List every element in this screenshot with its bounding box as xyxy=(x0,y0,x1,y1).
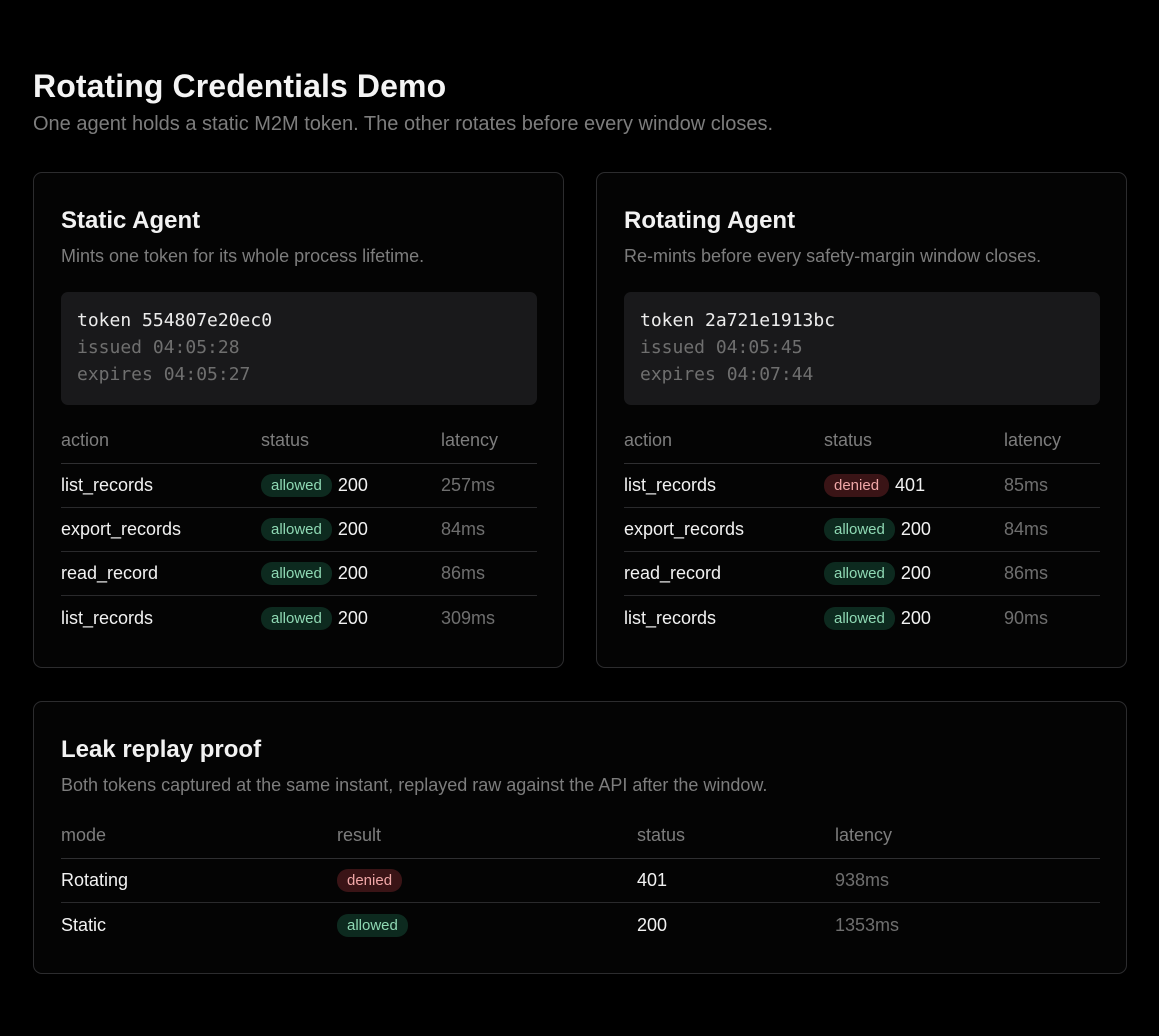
static-agent-card: Static Agent Mints one token for its who… xyxy=(33,172,564,668)
status-code: 200 xyxy=(900,563,931,583)
row-action: list_records xyxy=(624,607,717,628)
static-token-issued: issued 04:05:28 xyxy=(77,337,240,358)
status-code: 200 xyxy=(900,519,931,539)
row-action: read_record xyxy=(61,563,159,583)
column-header-result: result xyxy=(337,825,382,845)
table-row: Rotating denied 401 938ms xyxy=(61,859,1100,903)
status-code: 200 xyxy=(337,607,368,628)
row-status: 200 xyxy=(637,914,668,935)
leak-replay-table: mode result status latency Rotating deni… xyxy=(61,820,1100,947)
row-latency: 309ms xyxy=(441,607,496,628)
table-row: Static allowed 200 1353ms xyxy=(61,903,1100,947)
row-status: allowed 200 xyxy=(824,508,931,551)
row-action: export_records xyxy=(624,519,745,539)
row-latency: 85ms xyxy=(1004,475,1049,495)
rotating-token-box: token 2a721e1913bc issued 04:05:45 expir… xyxy=(624,292,1100,405)
row-status: allowed 200 xyxy=(824,552,931,595)
rotating-token-issued: issued 04:05:45 xyxy=(640,337,803,358)
column-header-action: action xyxy=(624,430,673,450)
status-badge: allowed xyxy=(261,562,332,585)
result-badge: denied xyxy=(337,869,403,892)
status-badge: allowed xyxy=(824,518,895,541)
row-action: read_record xyxy=(624,563,722,583)
static-token-id: token 554807e20ec0 xyxy=(77,310,273,331)
status-code: 200 xyxy=(337,563,368,583)
page-subtitle: One agent holds a static M2M token. The … xyxy=(33,113,774,135)
table-row: list_records denied 401 85ms xyxy=(624,464,1100,508)
rotating-agent-table: action status latency list_records denie… xyxy=(624,425,1100,640)
row-status: allowed 200 xyxy=(261,464,368,507)
static-token-expires: expires 04:05:27 xyxy=(77,364,251,385)
table-row: export_records allowed 200 84ms xyxy=(624,508,1100,552)
column-header-status: status xyxy=(824,430,873,450)
table-row: list_records allowed 200 257ms xyxy=(61,464,537,508)
table-row: export_records allowed 200 84ms xyxy=(61,508,537,552)
row-latency: 1353ms xyxy=(835,914,900,935)
status-badge: allowed xyxy=(261,606,332,630)
static-token-box: token 554807e20ec0 issued 04:05:28 expir… xyxy=(61,292,537,405)
row-latency: 86ms xyxy=(1004,563,1049,583)
row-status: allowed 200 xyxy=(261,508,368,551)
row-latency: 938ms xyxy=(835,870,890,890)
status-badge: allowed xyxy=(824,562,895,585)
table-row: list_records allowed 200 90ms xyxy=(624,596,1100,640)
leak-replay-title: Leak replay proof xyxy=(61,736,262,763)
table-row: list_records allowed 200 309ms xyxy=(61,596,537,640)
status-badge: allowed xyxy=(261,474,332,497)
row-status: allowed 200 xyxy=(261,552,368,595)
rotating-agent-card: Rotating Agent Re-mints before every saf… xyxy=(596,172,1127,668)
row-action: list_records xyxy=(61,607,154,628)
status-badge: denied xyxy=(824,474,890,497)
static-agent-table: action status latency list_records allow… xyxy=(61,425,537,640)
rotating-token-expires: expires 04:07:44 xyxy=(640,364,814,385)
column-header-status: status xyxy=(637,825,686,845)
status-badge: allowed xyxy=(824,606,895,630)
column-header-action: action xyxy=(61,430,110,450)
row-latency: 86ms xyxy=(441,563,486,583)
table-header: mode result status latency xyxy=(61,820,1100,859)
table-row: read_record allowed 200 86ms xyxy=(61,552,537,596)
table-row: read_record allowed 200 86ms xyxy=(624,552,1100,596)
row-result: allowed xyxy=(337,903,414,947)
static-agent-title: Static Agent xyxy=(61,207,201,234)
row-latency: 90ms xyxy=(1004,607,1049,628)
row-status: allowed 200 xyxy=(261,596,368,640)
column-header-mode: mode xyxy=(61,825,107,845)
row-status: denied 401 xyxy=(824,464,925,507)
row-result: denied xyxy=(337,859,408,902)
row-action: export_records xyxy=(61,519,182,539)
row-mode: Static xyxy=(61,914,107,935)
status-code: 401 xyxy=(895,475,926,495)
page-title: Rotating Credentials Demo xyxy=(33,68,447,104)
row-latency: 257ms xyxy=(441,475,496,495)
leak-replay-description: Both tokens captured at the same instant… xyxy=(61,775,768,795)
leak-replay-card: Leak replay proof Both tokens captured a… xyxy=(33,701,1127,974)
status-code: 200 xyxy=(337,519,368,539)
row-action: list_records xyxy=(624,475,717,495)
column-header-latency: latency xyxy=(1004,430,1062,450)
rotating-agent-description: Re-mints before every safety-margin wind… xyxy=(624,246,1042,266)
row-latency: 84ms xyxy=(1004,519,1049,539)
row-action: list_records xyxy=(61,475,154,495)
rotating-token-id: token 2a721e1913bc xyxy=(640,310,836,331)
status-code: 200 xyxy=(337,475,368,495)
table-header: action status latency xyxy=(61,425,537,464)
row-mode: Rotating xyxy=(61,870,129,890)
result-badge: allowed xyxy=(337,913,408,937)
column-header-latency: latency xyxy=(835,825,893,845)
status-badge: allowed xyxy=(261,518,332,541)
row-status: allowed 200 xyxy=(824,596,931,640)
rotating-agent-title: Rotating Agent xyxy=(624,207,796,234)
table-header: action status latency xyxy=(624,425,1100,464)
column-header-latency: latency xyxy=(441,430,499,450)
column-header-status: status xyxy=(261,430,310,450)
row-status: 401 xyxy=(637,870,668,890)
status-code: 200 xyxy=(900,607,931,628)
row-latency: 84ms xyxy=(441,519,486,539)
static-agent-description: Mints one token for its whole process li… xyxy=(61,246,425,266)
